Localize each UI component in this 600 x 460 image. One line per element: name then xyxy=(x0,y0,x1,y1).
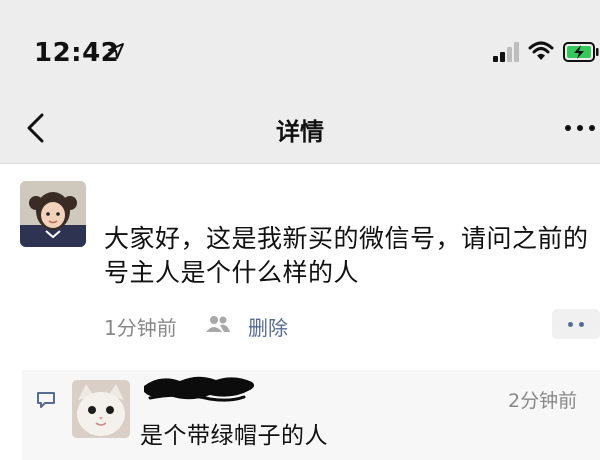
battery-charging-icon xyxy=(563,42,599,62)
poster-avatar[interactable] xyxy=(20,181,86,247)
page-title: 详情 xyxy=(276,118,324,146)
status-bar: 12:42 xyxy=(0,0,600,92)
comment-section: 2分钟前 是个带绿帽子的人 xyxy=(0,364,600,460)
post-text: 大家好，这是我新买的微信号，请问之前的号主人是个什么样的人 xyxy=(104,224,589,287)
wifi-icon xyxy=(528,41,554,60)
two-dots-icon[interactable] xyxy=(552,309,600,339)
delete-button[interactable]: 删除 xyxy=(248,312,288,341)
post-time: 1分钟前 xyxy=(104,316,177,340)
comment-text: 是个带绿帽子的人 xyxy=(140,423,328,449)
commenter-avatar[interactable] xyxy=(72,380,130,438)
comment-bubble-icon xyxy=(37,392,55,408)
friends-icon xyxy=(206,316,230,332)
cellular-signal-icon xyxy=(493,42,519,62)
nav-bar: 详情 xyxy=(0,92,600,164)
comment-time: 2分钟前 xyxy=(508,390,578,412)
redacted-name xyxy=(144,376,255,402)
moment-post: 大家好，这是我新买的微信号，请问之前的号主人是个什么样的人 1分钟前 删除 xyxy=(0,164,600,364)
location-arrow-icon xyxy=(108,43,124,59)
more-dots-icon[interactable] xyxy=(560,118,600,138)
